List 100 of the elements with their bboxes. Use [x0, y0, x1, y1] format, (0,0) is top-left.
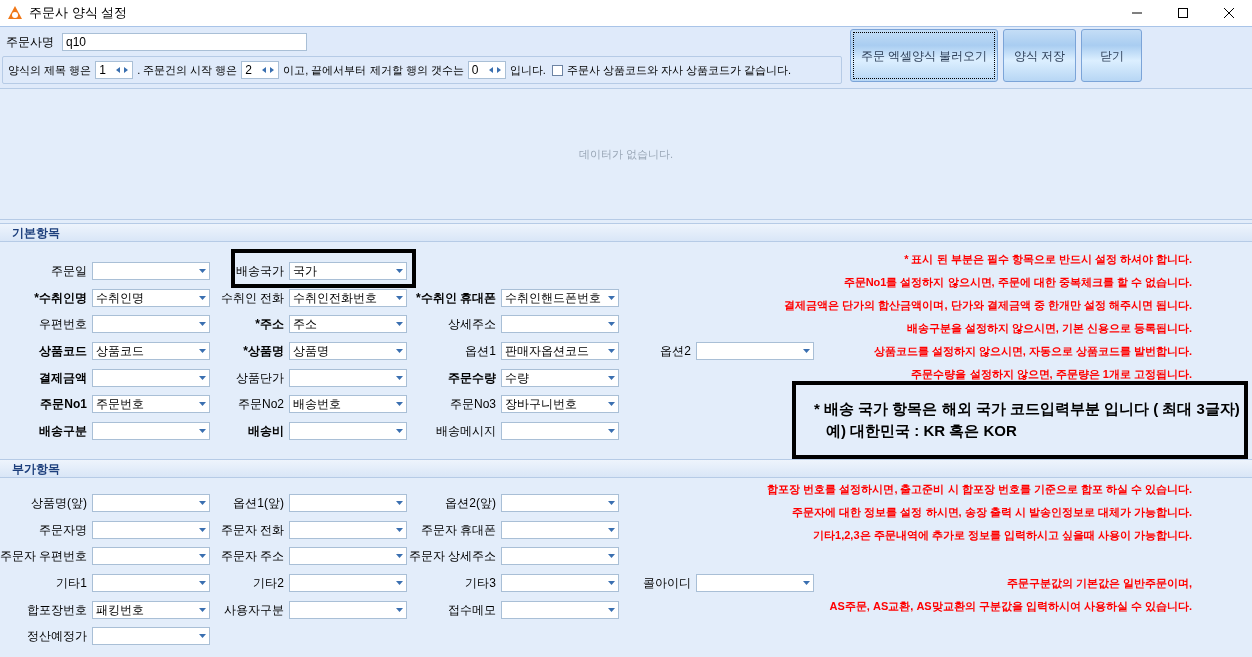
- dropdown-field[interactable]: [92, 547, 210, 566]
- toolbar-button[interactable]: 주문 엑셀양식 불러오기: [850, 29, 998, 82]
- dropdown-field[interactable]: [501, 574, 619, 593]
- dropdown-field[interactable]: [501, 315, 619, 334]
- dropdown-field[interactable]: [696, 574, 814, 593]
- dropdown-field[interactable]: [289, 368, 407, 387]
- field-label: 합포장번호: [26, 601, 88, 619]
- dropdown-arrow-icon[interactable]: [199, 581, 206, 586]
- dropdown-field[interactable]: 수취인전화번호: [289, 288, 407, 307]
- field-label: 배송메시지: [435, 422, 497, 440]
- spin-field[interactable]: 2: [241, 61, 280, 79]
- spin-arrows-icon[interactable]: [261, 66, 276, 74]
- dropdown-arrow-icon[interactable]: [396, 295, 403, 300]
- dropdown-arrow-icon[interactable]: [396, 501, 403, 506]
- dropdown-field[interactable]: 상품코드: [92, 342, 210, 361]
- spin-arrows-icon[interactable]: [487, 66, 502, 74]
- dropdown-arrow-icon[interactable]: [803, 349, 810, 354]
- dropdown-field[interactable]: 상품명: [289, 342, 407, 361]
- dropdown-arrow-icon[interactable]: [608, 428, 615, 433]
- app-logo-icon: [7, 5, 23, 21]
- dropdown-field[interactable]: 배송번호: [289, 395, 407, 414]
- dropdown-arrow-icon[interactable]: [199, 269, 206, 274]
- dropdown-arrow-icon[interactable]: [608, 322, 615, 327]
- dropdown-field[interactable]: [289, 494, 407, 513]
- dropdown-arrow-icon[interactable]: [803, 581, 810, 586]
- dropdown-field[interactable]: [289, 600, 407, 619]
- dropdown-arrow-icon[interactable]: [608, 349, 615, 354]
- dropdown-field[interactable]: [92, 574, 210, 593]
- dropdown-field[interactable]: [92, 315, 210, 334]
- dropdown-arrow-icon[interactable]: [608, 554, 615, 559]
- dropdown-field[interactable]: [501, 547, 619, 566]
- dropdown-field[interactable]: 수취인명: [92, 288, 210, 307]
- dropdown-arrow-icon[interactable]: [608, 375, 615, 380]
- field-label: 주문자 상세주소: [407, 548, 497, 566]
- spin-arrows-icon[interactable]: [115, 66, 130, 74]
- dropdown-field[interactable]: 패킹번호: [92, 600, 210, 619]
- dropdown-field[interactable]: 판매자옵션코드: [501, 342, 619, 361]
- dropdown-arrow-icon[interactable]: [396, 607, 403, 612]
- dropdown-arrow-icon[interactable]: [608, 501, 615, 506]
- dropdown-field[interactable]: 장바구니번호: [501, 395, 619, 414]
- dropdown-arrow-icon[interactable]: [608, 402, 615, 407]
- dropdown-arrow-icon[interactable]: [396, 554, 403, 559]
- dropdown-field[interactable]: 주소: [289, 315, 407, 334]
- dropdown-arrow-icon[interactable]: [396, 581, 403, 586]
- field-label: 상품명(앞): [30, 495, 88, 513]
- dropdown-arrow-icon[interactable]: [199, 375, 206, 380]
- field-label: 옵션2: [659, 343, 692, 361]
- dropdown-arrow-icon[interactable]: [199, 554, 206, 559]
- dropdown-arrow-icon[interactable]: [396, 349, 403, 354]
- field-label: 배송국가: [235, 263, 285, 281]
- dropdown-arrow-icon[interactable]: [396, 375, 403, 380]
- dropdown-arrow-icon[interactable]: [608, 527, 615, 532]
- dropdown-arrow-icon[interactable]: [199, 402, 206, 407]
- dropdown-arrow-icon[interactable]: [199, 607, 206, 612]
- dropdown-field[interactable]: [92, 421, 210, 440]
- dropdown-field[interactable]: [501, 494, 619, 513]
- spin-field[interactable]: 0: [467, 61, 506, 79]
- input-field[interactable]: q10: [62, 33, 307, 51]
- dropdown-arrow-icon[interactable]: [396, 527, 403, 532]
- dropdown-field[interactable]: [289, 547, 407, 566]
- dropdown-field[interactable]: 수취인핸드폰번호: [501, 288, 619, 307]
- dropdown-field[interactable]: [289, 520, 407, 539]
- dropdown-field[interactable]: [92, 368, 210, 387]
- field-label: 기타1: [55, 575, 88, 593]
- dropdown-arrow-icon[interactable]: [199, 501, 206, 506]
- dropdown-arrow-icon[interactable]: [199, 349, 206, 354]
- dropdown-arrow-icon[interactable]: [608, 581, 615, 586]
- field-label: 옵션1(앞): [232, 495, 285, 513]
- dropdown-arrow-icon[interactable]: [608, 607, 615, 612]
- dropdown-field[interactable]: 주문번호: [92, 395, 210, 414]
- checkbox[interactable]: [551, 64, 563, 76]
- dropdown-field[interactable]: [289, 421, 407, 440]
- dropdown-field[interactable]: [501, 421, 619, 440]
- dropdown-field[interactable]: [92, 494, 210, 513]
- dropdown-arrow-icon[interactable]: [199, 295, 206, 300]
- dropdown-field[interactable]: [92, 262, 210, 281]
- dropdown-arrow-icon[interactable]: [199, 634, 206, 639]
- field-label: 주문자 우편번호: [0, 548, 89, 566]
- dropdown-field[interactable]: 수량: [501, 368, 619, 387]
- dropdown-arrow-icon[interactable]: [396, 402, 403, 407]
- dropdown-field[interactable]: [92, 627, 210, 646]
- dropdown-field[interactable]: [501, 520, 619, 539]
- toolbar-button[interactable]: 양식 저장: [1003, 29, 1076, 82]
- dropdown-field[interactable]: [92, 520, 210, 539]
- field-label: *수취인 휴대폰: [415, 289, 497, 307]
- dropdown-arrow-icon[interactable]: [396, 428, 403, 433]
- dropdown-arrow-icon[interactable]: [608, 295, 615, 300]
- dropdown-field[interactable]: [696, 342, 814, 361]
- dropdown-arrow-icon[interactable]: [199, 428, 206, 433]
- toolbar-button[interactable]: 닫기: [1081, 29, 1142, 82]
- dropdown-arrow-icon[interactable]: [396, 269, 403, 274]
- dropdown-field[interactable]: [289, 574, 407, 593]
- dropdown-arrow-icon[interactable]: [199, 322, 206, 327]
- note-text: 주문구분값의 기본값은 일반주문이며,: [1006, 576, 1192, 591]
- dropdown-arrow-icon[interactable]: [396, 322, 403, 327]
- dropdown-field[interactable]: 국가: [289, 262, 407, 281]
- spin-field[interactable]: 1: [95, 61, 134, 79]
- dropdown-field[interactable]: [501, 600, 619, 619]
- field-label: 주문일: [50, 263, 88, 281]
- dropdown-arrow-icon[interactable]: [199, 527, 206, 532]
